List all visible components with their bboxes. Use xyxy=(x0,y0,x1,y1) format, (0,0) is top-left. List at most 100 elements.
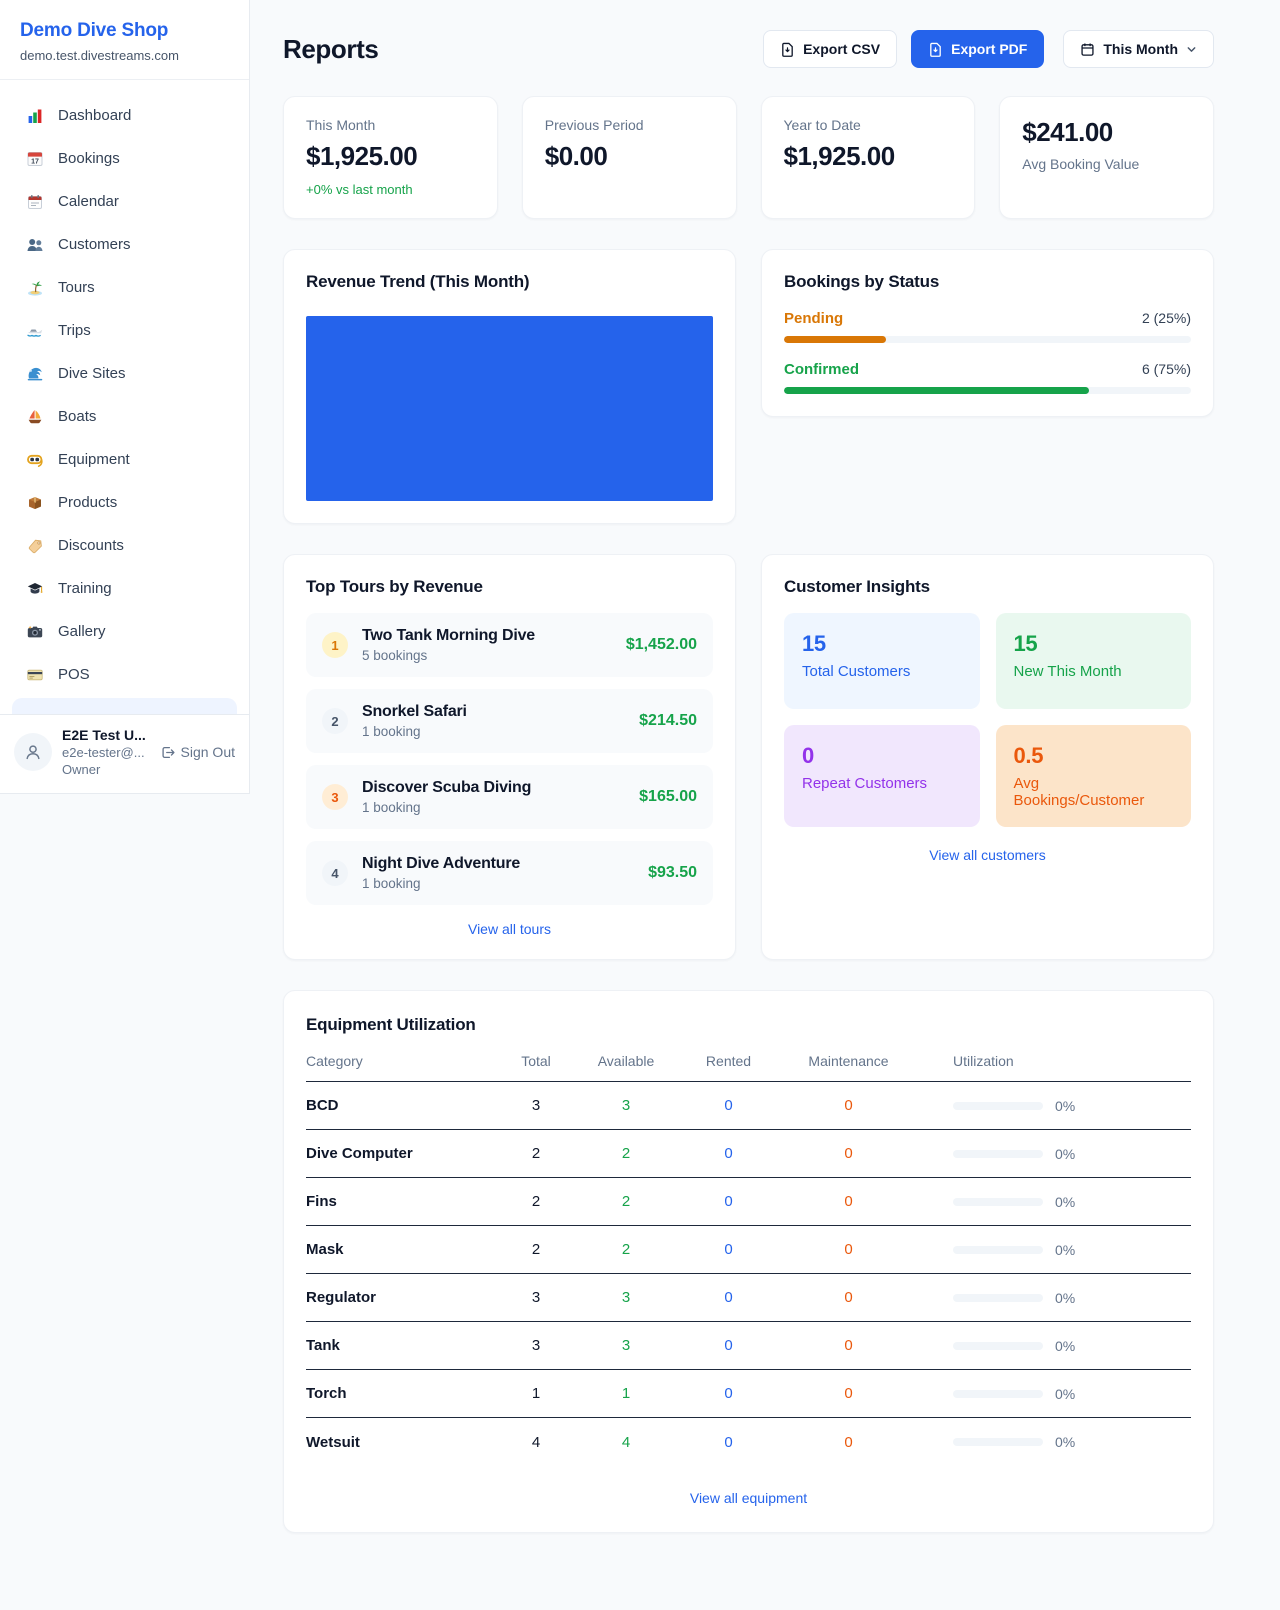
panel-title: Bookings by Status xyxy=(784,272,1191,292)
equipment-utilization-panel: Equipment Utilization Category Total Ava… xyxy=(283,990,1214,1533)
tour-bookings: 1 booking xyxy=(362,800,625,815)
sidebar-item-tours[interactable]: Tours xyxy=(12,266,237,309)
tour-revenue: $165.00 xyxy=(639,788,697,806)
sidebar-item-pos[interactable]: POS xyxy=(12,653,237,696)
status-bar-fill xyxy=(784,387,1089,394)
sidebar-item-label: POS xyxy=(58,666,90,683)
tour-row[interactable]: 3 Discover Scuba Diving 1 booking $165.0… xyxy=(306,765,713,829)
period-selector[interactable]: This Month xyxy=(1063,30,1214,68)
equipment-total: 2 xyxy=(501,1193,571,1210)
sidebar-header: Demo Dive Shop demo.test.divestreams.com xyxy=(0,0,249,80)
equipment-row: BCD 3 3 0 0 0% xyxy=(306,1082,1191,1130)
equipment-row: Wetsuit 4 4 0 0 0% xyxy=(306,1418,1191,1466)
sign-out-label: Sign Out xyxy=(181,744,235,760)
charts-row: Revenue Trend (This Month) Bookings by S… xyxy=(283,249,1214,524)
revenue-trend-chart xyxy=(306,316,713,501)
utilization-percent: 0% xyxy=(1055,1194,1075,1210)
view-all-customers-link[interactable]: View all customers xyxy=(784,847,1191,863)
equipment-available: 3 xyxy=(571,1289,681,1306)
equipment-table: Category Total Available Rented Maintena… xyxy=(306,1053,1191,1466)
sidebar-item-dive-sites[interactable]: Dive Sites xyxy=(12,352,237,395)
equipment-maintenance: 0 xyxy=(776,1145,921,1162)
insight-label: Avg Bookings/Customer xyxy=(1014,775,1174,809)
sidebar-item-dashboard[interactable]: Dashboard xyxy=(12,94,237,137)
sidebar-item-bookings[interactable]: 17 Bookings xyxy=(12,137,237,180)
page-header: Reports Export CSV Export PDF This Month xyxy=(283,30,1214,68)
equipment-rented: 0 xyxy=(681,1337,776,1354)
tour-name: Snorkel Safari xyxy=(362,703,625,721)
equipment-maintenance: 0 xyxy=(776,1193,921,1210)
panel-title: Revenue Trend (This Month) xyxy=(306,272,713,292)
equipment-available: 4 xyxy=(571,1434,681,1451)
equipment-available: 2 xyxy=(571,1241,681,1258)
col-total: Total xyxy=(501,1053,571,1069)
sign-out-button[interactable]: Sign Out xyxy=(160,744,235,760)
sidebar-item-training[interactable]: Training xyxy=(12,567,237,610)
sidebar-item-gallery[interactable]: Gallery xyxy=(12,610,237,653)
stat-cards: This Month $1,925.00 +0% vs last month P… xyxy=(283,96,1214,219)
utilization-bar-track xyxy=(953,1198,1043,1206)
sidebar-item-customers[interactable]: Customers xyxy=(12,223,237,266)
equipment-category: Mask xyxy=(306,1241,501,1258)
equipment-table-body: BCD 3 3 0 0 0% Dive Computer 2 2 0 0 0% … xyxy=(306,1082,1191,1466)
panel-title: Equipment Utilization xyxy=(306,1015,1191,1035)
equipment-category: BCD xyxy=(306,1097,501,1114)
tour-row[interactable]: 4 Night Dive Adventure 1 booking $93.50 xyxy=(306,841,713,905)
tour-row[interactable]: 1 Two Tank Morning Dive 5 bookings $1,45… xyxy=(306,613,713,677)
equipment-available: 2 xyxy=(571,1145,681,1162)
equipment-category: Tank xyxy=(306,1337,501,1354)
col-maintenance: Maintenance xyxy=(776,1053,921,1069)
sailboat-icon xyxy=(26,408,44,426)
equipment-available: 3 xyxy=(571,1097,681,1114)
equipment-maintenance: 0 xyxy=(776,1097,921,1114)
tour-row[interactable]: 2 Snorkel Safari 1 booking $214.50 xyxy=(306,689,713,753)
sidebar-item-discounts[interactable]: Discounts xyxy=(12,524,237,567)
tour-name: Night Dive Adventure xyxy=(362,855,634,873)
sidebar-item-active-partial[interactable] xyxy=(12,698,237,714)
export-csv-button[interactable]: Export CSV xyxy=(763,30,897,68)
revenue-trend-panel: Revenue Trend (This Month) xyxy=(283,249,736,524)
document-download-icon xyxy=(928,42,943,57)
dashboard-icon xyxy=(26,107,44,125)
customers-icon xyxy=(26,236,44,254)
insight-label: New This Month xyxy=(1014,663,1174,680)
insight-tiles: 15 Total Customers 15 New This Month 0 R… xyxy=(784,613,1191,827)
utilization-percent: 0% xyxy=(1055,1146,1075,1162)
equipment-rented: 0 xyxy=(681,1241,776,1258)
avatar xyxy=(14,733,52,771)
insight-label: Total Customers xyxy=(802,663,962,680)
page-title: Reports xyxy=(283,34,378,65)
island-icon xyxy=(26,279,44,297)
stat-delta: +0% vs last month xyxy=(306,182,475,197)
utilization-bar-track xyxy=(953,1390,1043,1398)
equipment-category: Fins xyxy=(306,1193,501,1210)
export-csv-label: Export CSV xyxy=(803,41,880,57)
utilization-percent: 0% xyxy=(1055,1290,1075,1306)
stat-card-previous-period: Previous Period $0.00 xyxy=(522,96,737,219)
equipment-maintenance: 0 xyxy=(776,1289,921,1306)
sidebar-item-products[interactable]: Products xyxy=(12,481,237,524)
sidebar-item-calendar[interactable]: Calendar xyxy=(12,180,237,223)
equipment-total: 3 xyxy=(501,1289,571,1306)
status-row-confirmed: Confirmed 6 (75%) xyxy=(784,361,1191,394)
sidebar-item-trips[interactable]: Trips xyxy=(12,309,237,352)
panel-title: Top Tours by Revenue xyxy=(306,577,713,597)
utilization-percent: 0% xyxy=(1055,1098,1075,1114)
stat-card-year-to-date: Year to Date $1,925.00 xyxy=(761,96,976,219)
sidebar-item-equipment[interactable]: Equipment xyxy=(12,438,237,481)
panel-title: Customer Insights xyxy=(784,577,1191,597)
equipment-row: Tank 3 3 0 0 0% xyxy=(306,1322,1191,1370)
export-pdf-button[interactable]: Export PDF xyxy=(911,30,1044,68)
sidebar-item-boats[interactable]: Boats xyxy=(12,395,237,438)
shop-name[interactable]: Demo Dive Shop xyxy=(20,20,229,42)
view-all-tours-link[interactable]: View all tours xyxy=(306,921,713,937)
stat-value: $1,925.00 xyxy=(306,141,475,172)
sidebar-item-label: Discounts xyxy=(58,537,124,554)
tour-name: Discover Scuba Diving xyxy=(362,779,625,797)
calendar-icon xyxy=(1080,42,1095,57)
equipment-rented: 0 xyxy=(681,1385,776,1402)
sidebar-item-label: Equipment xyxy=(58,451,130,468)
graduation-cap-icon xyxy=(26,580,44,598)
view-all-equipment-link[interactable]: View all equipment xyxy=(306,1490,1191,1506)
stat-label: This Month xyxy=(306,117,475,133)
